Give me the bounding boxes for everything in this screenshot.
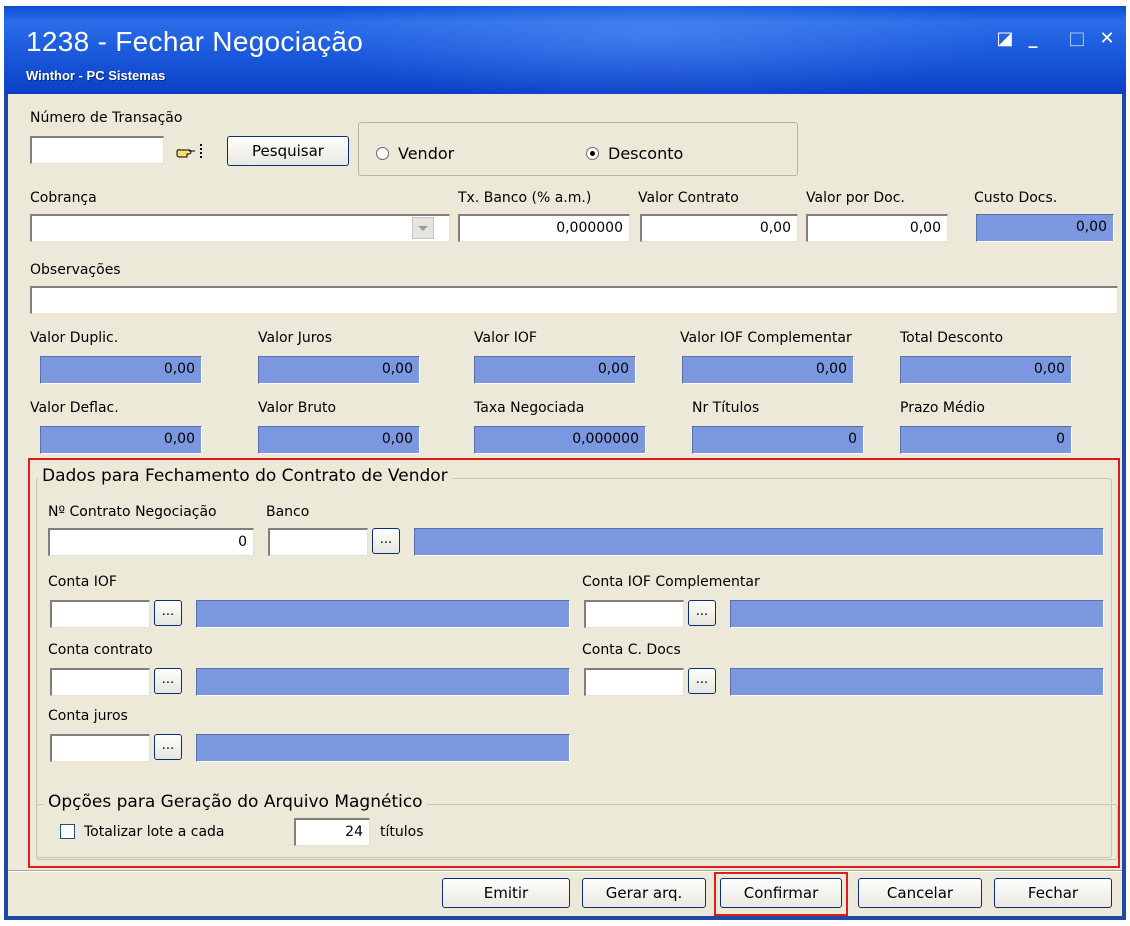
conta-juros-description	[196, 734, 570, 762]
totalizar-checkbox[interactable]	[60, 824, 75, 839]
total-desconto-label: Total Desconto	[900, 330, 1004, 346]
valor-juros-label: Valor Juros	[258, 330, 333, 346]
transacao-input[interactable]	[30, 136, 164, 164]
valor-bruto-label: Valor Bruto	[258, 400, 337, 416]
conta-juros-label: Conta juros	[48, 708, 128, 724]
prazo-medio-field: 0	[900, 426, 1072, 454]
valor-deflac-field: 0,00	[40, 426, 202, 454]
conta-iof-comp-description	[730, 600, 1104, 628]
valor-duplic-label: Valor Duplic.	[30, 330, 119, 346]
valor-por-doc-input[interactable]: 0,00	[806, 214, 948, 242]
maximize-icon[interactable]: □	[1066, 28, 1088, 50]
nr-titulos-field: 0	[692, 426, 864, 454]
conta-iof-label: Conta IOF	[48, 574, 117, 590]
app-window: 1238 - Fechar Negociação Winthor - PC Si…	[4, 6, 1126, 920]
cancelar-button[interactable]: Cancelar	[858, 878, 982, 908]
lookup-hand-icon[interactable]	[170, 138, 210, 164]
conta-contrato-label: Conta contrato	[48, 642, 153, 658]
banco-label: Banco	[266, 504, 310, 520]
tx-banco-label: Tx. Banco (% a.m.)	[458, 190, 592, 206]
transacao-label: Número de Transação	[30, 110, 183, 126]
cobranca-select[interactable]	[30, 214, 450, 242]
conta-juros-lookup-button[interactable]: ...	[154, 734, 182, 760]
form-body: Número de Transação Pesquisar Vendor Des…	[8, 94, 1122, 916]
conta-iof-comp-input[interactable]	[584, 600, 684, 628]
valor-contrato-label: Valor Contrato	[638, 190, 739, 206]
custo-docs-field: 0,00	[976, 214, 1114, 242]
nr-contrato-label: Nº Contrato Negociação	[48, 504, 217, 520]
banco-input[interactable]	[268, 528, 368, 556]
valor-deflac-label: Valor Deflac.	[30, 400, 119, 416]
conta-iof-description	[196, 600, 570, 628]
prazo-medio-label: Prazo Médio	[900, 400, 985, 416]
conta-cdocs-label: Conta C. Docs	[582, 642, 681, 658]
chevron-down-icon[interactable]	[412, 217, 434, 239]
window-subtitle: Winthor - PC Sistemas	[26, 68, 166, 83]
nr-titulos-label: Nr Títulos	[692, 400, 760, 416]
conta-iof-comp-lookup-button[interactable]: ...	[688, 600, 716, 626]
valor-por-doc-label: Valor por Doc.	[806, 190, 905, 206]
valor-contrato-input[interactable]: 0,00	[640, 214, 798, 242]
valor-iof-comp-field: 0,00	[682, 356, 854, 384]
minimize-icon[interactable]: _	[1022, 28, 1044, 50]
title-bar[interactable]: 1238 - Fechar Negociação Winthor - PC Si…	[4, 6, 1126, 94]
totalizar-label[interactable]: Totalizar lote a cada	[84, 824, 225, 840]
conta-cdocs-description	[730, 668, 1104, 696]
desconto-radio-label[interactable]: Desconto	[608, 144, 683, 163]
conta-cdocs-lookup-button[interactable]: ...	[688, 668, 716, 694]
close-icon[interactable]: ✕	[1096, 28, 1118, 50]
conta-contrato-input[interactable]	[50, 668, 150, 696]
vendor-radio[interactable]	[376, 147, 389, 160]
valor-juros-field: 0,00	[258, 356, 420, 384]
lote-input[interactable]: 24	[294, 818, 370, 846]
valor-iof-comp-label: Valor IOF Complementar	[680, 330, 852, 346]
conta-juros-input[interactable]	[50, 734, 150, 762]
conta-iof-comp-label: Conta IOF Complementar	[582, 574, 760, 590]
confirmar-button[interactable]: Confirmar	[720, 878, 842, 908]
emitir-button[interactable]: Emitir	[442, 878, 570, 908]
footer-divider	[8, 870, 1122, 872]
vendor-radio-label[interactable]: Vendor	[398, 144, 454, 163]
taxa-negociada-label: Taxa Negociada	[474, 400, 585, 416]
titulos-suffix: títulos	[380, 824, 424, 840]
valor-duplic-field: 0,00	[40, 356, 202, 384]
banco-lookup-button[interactable]: ...	[372, 528, 400, 554]
vendor-group-title: Dados para Fechamento do Contrato de Ven…	[38, 466, 452, 486]
observacoes-label: Observações	[30, 262, 121, 278]
valor-bruto-field: 0,00	[258, 426, 420, 454]
conta-iof-input[interactable]	[50, 600, 150, 628]
conta-iof-lookup-button[interactable]: ...	[154, 600, 182, 626]
conta-contrato-lookup-button[interactable]: ...	[154, 668, 182, 694]
desconto-radio[interactable]	[586, 147, 599, 160]
valor-iof-label: Valor IOF	[474, 330, 537, 346]
conta-contrato-description	[196, 668, 570, 696]
tx-banco-input[interactable]: 0,000000	[458, 214, 630, 242]
cobranca-label: Cobrança	[30, 190, 97, 206]
banco-description	[414, 528, 1104, 556]
magnetico-group-title: Opções para Geração do Arquivo Magnético	[44, 792, 427, 812]
nr-contrato-input[interactable]: 0	[48, 528, 254, 556]
valor-iof-field: 0,00	[474, 356, 636, 384]
custo-docs-label: Custo Docs.	[974, 190, 1058, 206]
total-desconto-field: 0,00	[900, 356, 1072, 384]
taxa-negociada-field: 0,000000	[474, 426, 646, 454]
gerar-arq-button[interactable]: Gerar arq.	[582, 878, 706, 908]
observacoes-input[interactable]	[30, 286, 1118, 314]
conta-cdocs-input[interactable]	[584, 668, 684, 696]
search-button[interactable]: Pesquisar	[227, 136, 349, 166]
window-title: 1238 - Fechar Negociação	[26, 26, 364, 57]
fechar-button[interactable]: Fechar	[994, 878, 1112, 908]
restore-icon[interactable]: ◪	[994, 28, 1016, 50]
